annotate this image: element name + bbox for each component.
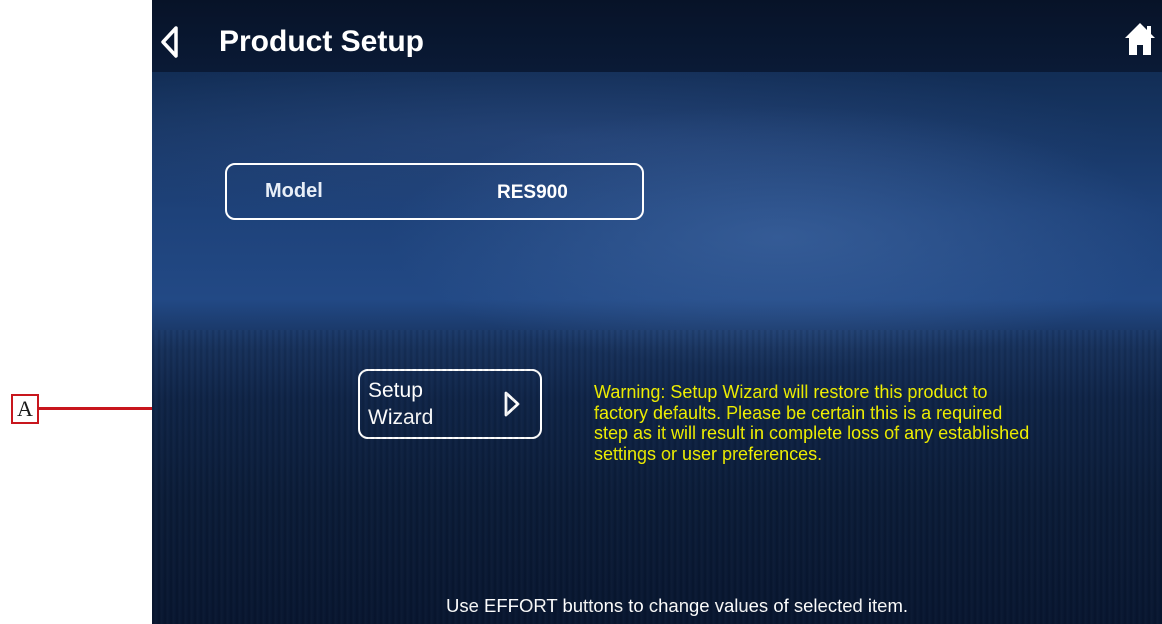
top-bar: Product Setup (152, 0, 1162, 72)
back-button[interactable] (156, 24, 186, 60)
warning-text: Warning: Setup Wizard will restore this … (594, 382, 1030, 464)
footer-hint: Use EFFORT buttons to change values of s… (445, 595, 909, 616)
chevron-right-icon (504, 391, 520, 417)
home-button[interactable] (1124, 21, 1156, 57)
home-icon (1125, 23, 1155, 55)
model-display: Model RES900 (225, 163, 644, 220)
manual-page: A Product Setup Model RES900 Setup Wizar… (0, 0, 1162, 624)
model-value: RES900 (497, 182, 568, 203)
page-title: Product Setup (219, 25, 425, 58)
model-label: Model (265, 180, 323, 202)
chevron-left-icon (161, 26, 178, 58)
setup-wizard-button[interactable]: Setup Wizard (358, 369, 542, 439)
callout-label: A (11, 394, 39, 424)
setup-wizard-label: Setup Wizard (368, 379, 434, 429)
device-screen: Product Setup Model RES900 Setup Wizard … (152, 0, 1162, 624)
